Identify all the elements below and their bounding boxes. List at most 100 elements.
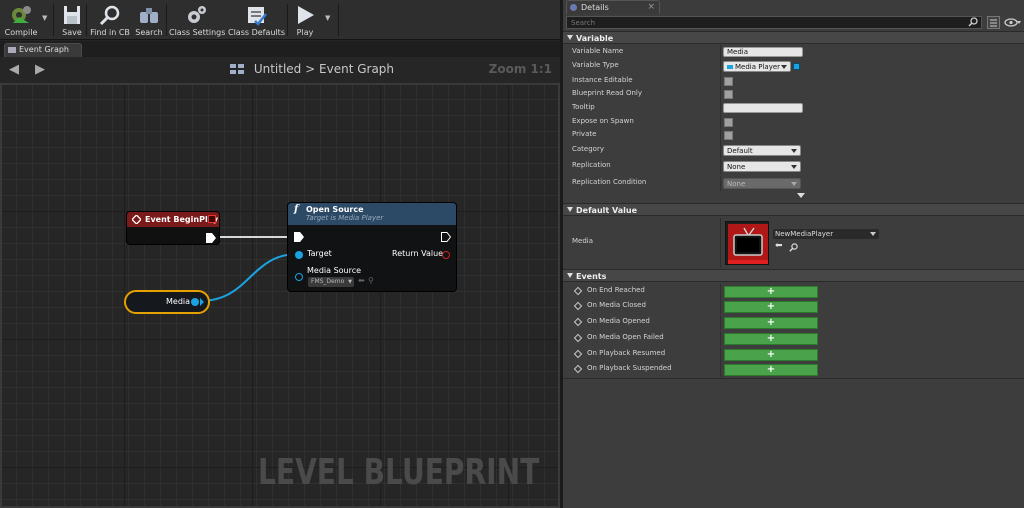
event-label: On Media Closed <box>587 301 646 309</box>
details-body: Search Variable Variable Name Media Vari… <box>563 14 1024 508</box>
save-button[interactable]: Save <box>57 0 87 40</box>
target-pin-icon[interactable] <box>295 251 303 259</box>
play-options-arrow-icon[interactable]: ▼ <box>325 14 330 22</box>
object-type-icon <box>727 65 733 69</box>
dropdown-arrow-icon <box>781 65 787 69</box>
event-row: On Playback Suspended + <box>563 362 1024 377</box>
event-row: On Media Opened + <box>563 315 1024 330</box>
exec-out-pin-icon[interactable] <box>206 233 216 243</box>
instance-editable-checkbox[interactable] <box>724 77 733 86</box>
variable-section-header[interactable]: Variable <box>563 31 1024 44</box>
private-row: Private <box>563 128 1024 143</box>
blueprint-editor-window: Compile ▼ Save Find in CB Search Class S… <box>0 0 1024 508</box>
replication-row: Replication None <box>563 159 1024 174</box>
graph-canvas[interactable] <box>0 83 560 508</box>
breadcrumb-root[interactable]: Untitled <box>254 62 301 76</box>
compile-options-arrow-icon[interactable]: ▼ <box>42 14 47 22</box>
column-divider <box>720 218 721 268</box>
column-divider <box>720 315 721 330</box>
media-player-thumbnail[interactable] <box>725 221 769 265</box>
find-in-content-browser-button[interactable]: Find in CB <box>89 0 131 40</box>
compile-button[interactable]: Compile <box>2 0 40 40</box>
search-button[interactable]: Search <box>134 0 164 40</box>
media-output-pin-icon[interactable] <box>191 298 199 306</box>
section-bottom-divider <box>563 378 1024 379</box>
add-event-button[interactable]: + <box>724 333 818 345</box>
column-divider <box>720 347 721 362</box>
category-dropdown[interactable]: Default <box>723 145 801 156</box>
collapse-arrow-icon <box>567 273 573 278</box>
forward-arrow-icon[interactable]: ▶ <box>35 62 45 77</box>
media-source-pin-icon[interactable] <box>295 273 303 281</box>
replication-dropdown[interactable]: None <box>723 161 801 172</box>
details-search-input[interactable]: Search <box>566 16 982 29</box>
column-divider <box>720 101 721 116</box>
class-defaults-label: Class Defaults <box>228 28 285 37</box>
media-source-dropdown[interactable]: FMS_Demo ▼ <box>308 277 354 287</box>
save-label: Save <box>62 28 82 37</box>
play-button[interactable]: Play <box>289 0 321 40</box>
dropdown-arrow-icon <box>791 149 797 153</box>
toolbar: Compile ▼ Save Find in CB Search Class S… <box>0 0 560 40</box>
add-event-button[interactable]: + <box>724 286 818 298</box>
breadcrumb: Untitled > Event Graph <box>230 62 394 76</box>
play-label: Play <box>296 28 314 37</box>
browse-magnifier-icon[interactable]: ⚲ <box>368 276 374 285</box>
default-value-section-header[interactable]: Default Value <box>563 203 1024 216</box>
tab-event-graph-label: Event Graph <box>19 45 69 54</box>
exec-out-pin-icon[interactable] <box>441 232 451 242</box>
advanced-expander[interactable] <box>563 192 1024 202</box>
collapse-arrow-icon <box>567 35 573 40</box>
variable-type-label: Variable Type <box>572 61 619 69</box>
expose-on-spawn-checkbox[interactable] <box>724 118 733 127</box>
open-source-title: Open Source <box>306 205 364 214</box>
exec-in-pin-icon[interactable] <box>294 232 304 242</box>
add-event-button[interactable]: + <box>724 301 818 313</box>
read-only-checkbox[interactable] <box>724 90 733 99</box>
blueprint-grid-icon <box>230 64 244 74</box>
replication-condition-label: Replication Condition <box>572 178 647 186</box>
container-type-icon[interactable] <box>793 63 800 70</box>
return-value-pin-icon[interactable] <box>442 251 450 259</box>
event-diamond-icon <box>573 317 583 327</box>
instance-editable-label: Instance Editable <box>572 76 633 84</box>
search-icon[interactable] <box>968 17 978 27</box>
media-variable-node[interactable]: Media <box>124 290 210 314</box>
details-tab-label: Details <box>581 3 609 12</box>
event-beginplay-node[interactable]: Event BeginPlay <box>126 211 220 245</box>
delegate-pin-icon[interactable] <box>208 215 216 223</box>
use-selected-arrow-icon[interactable]: ⬅ <box>358 276 365 285</box>
default-value-section-title: Default Value <box>576 206 638 215</box>
property-matrix-icon[interactable] <box>987 16 1000 29</box>
expose-on-spawn-label: Expose on Spawn <box>572 117 634 125</box>
variable-name-field[interactable]: Media <box>723 47 803 57</box>
add-event-button[interactable]: + <box>724 349 818 361</box>
back-arrow-icon[interactable]: ◀ <box>9 62 19 77</box>
media-asset-dropdown[interactable]: NewMediaPlayer <box>773 229 879 239</box>
toolbar-separator <box>53 4 54 36</box>
view-options-eye-icon[interactable] <box>1004 16 1022 29</box>
default-media-label: Media <box>572 237 594 245</box>
class-defaults-button[interactable]: Class Defaults <box>228 0 285 40</box>
add-event-button[interactable]: + <box>724 364 818 376</box>
variable-type-dropdown[interactable]: Media Player <box>723 61 791 72</box>
class-settings-button[interactable]: Class Settings <box>169 0 225 40</box>
function-icon: f <box>294 204 299 215</box>
binoculars-icon <box>140 8 158 23</box>
private-checkbox[interactable] <box>724 131 733 140</box>
events-section-header[interactable]: Events <box>563 269 1024 282</box>
event-row: On Media Open Failed + <box>563 331 1024 346</box>
tab-details[interactable]: Details × <box>566 0 660 14</box>
tab-event-graph[interactable]: Event Graph <box>4 43 82 57</box>
use-selected-asset-arrow-icon[interactable]: ⬅ <box>775 241 783 251</box>
media-asset-name: NewMediaPlayer <box>775 230 834 238</box>
tooltip-field[interactable] <box>723 103 803 113</box>
level-blueprint-watermark: LEVEL BLUEPRINT <box>258 452 540 493</box>
breadcrumb-leaf[interactable]: Event Graph <box>319 62 394 76</box>
add-event-button[interactable]: + <box>724 317 818 329</box>
close-tab-icon[interactable]: × <box>647 1 655 14</box>
event-label: On Playback Resumed <box>587 349 666 357</box>
events-section-title: Events <box>576 272 607 281</box>
open-source-function-node[interactable]: f Open Source Target is Media Player Tar… <box>287 202 457 292</box>
browse-asset-magnifier-icon[interactable] <box>789 243 798 252</box>
